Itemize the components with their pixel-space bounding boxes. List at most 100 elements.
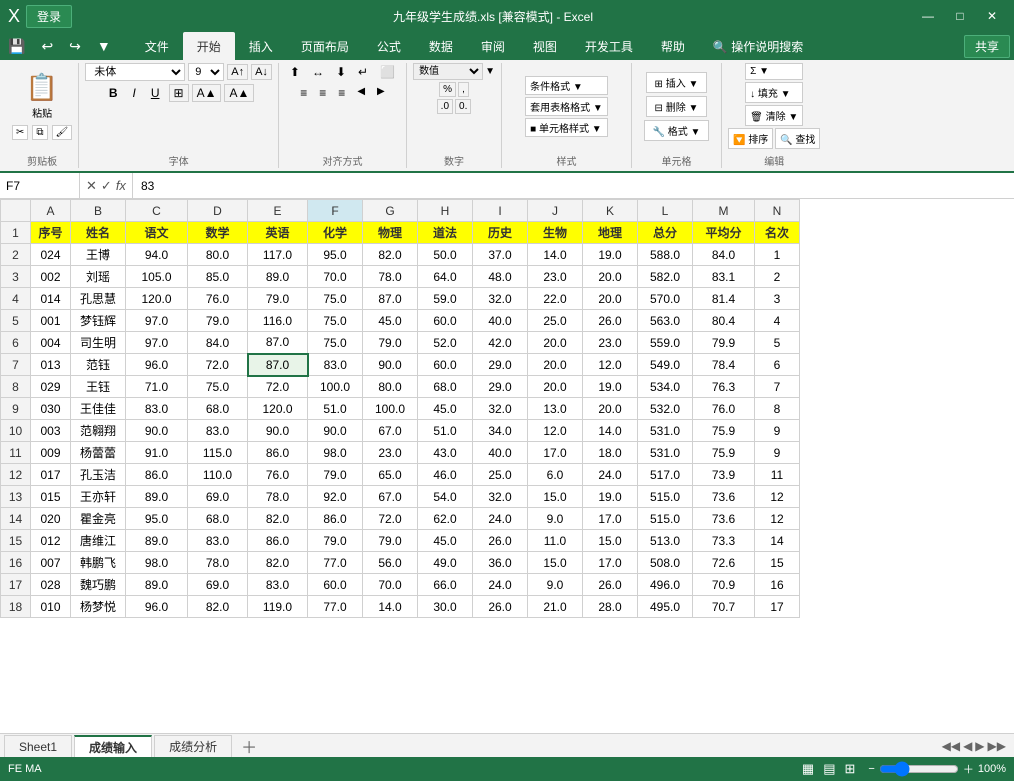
row-num-17[interactable]: 17 xyxy=(1,574,31,596)
cell-J17[interactable]: 9.0 xyxy=(528,574,583,596)
cell-B14[interactable]: 瞿金亮 xyxy=(71,508,126,530)
row-num-12[interactable]: 12 xyxy=(1,464,31,486)
cell-d1[interactable]: 数学 xyxy=(188,222,248,244)
cell-H5[interactable]: 60.0 xyxy=(418,310,473,332)
cell-M11[interactable]: 75.9 xyxy=(693,442,755,464)
cell-B7[interactable]: 范钰 xyxy=(71,354,126,376)
tab-developer[interactable]: 开发工具 xyxy=(571,32,647,61)
cell-I15[interactable]: 26.0 xyxy=(473,530,528,552)
cell-B6[interactable]: 司生明 xyxy=(71,332,126,354)
cell-F16[interactable]: 77.0 xyxy=(308,552,363,574)
cell-A9[interactable]: 030 xyxy=(31,398,71,420)
cell-D2[interactable]: 80.0 xyxy=(188,244,248,266)
cell-E4[interactable]: 79.0 xyxy=(248,288,308,310)
cell-J8[interactable]: 20.0 xyxy=(528,376,583,398)
cell-D3[interactable]: 85.0 xyxy=(188,266,248,288)
cell-N18[interactable]: 17 xyxy=(755,596,800,618)
col-header-g[interactable]: G xyxy=(363,200,418,222)
cell-G7[interactable]: 90.0 xyxy=(363,354,418,376)
cell-G13[interactable]: 67.0 xyxy=(363,486,418,508)
percent-button[interactable]: % xyxy=(439,82,456,97)
scroll-tabs-right-icon[interactable]: ▶▶ xyxy=(988,739,1006,753)
cell-G18[interactable]: 14.0 xyxy=(363,596,418,618)
cell-L7[interactable]: 549.0 xyxy=(638,354,693,376)
cell-A4[interactable]: 014 xyxy=(31,288,71,310)
cell-M2[interactable]: 84.0 xyxy=(693,244,755,266)
cell-M12[interactable]: 73.9 xyxy=(693,464,755,486)
quick-access-dropdown-icon[interactable]: ▼ xyxy=(93,36,115,56)
fill-button[interactable]: ↓ 填充 ▼ xyxy=(745,82,803,103)
cell-G10[interactable]: 67.0 xyxy=(363,420,418,442)
cell-N14[interactable]: 12 xyxy=(755,508,800,530)
cell-a1[interactable]: 序号 xyxy=(31,222,71,244)
share-button[interactable]: 共享 xyxy=(964,35,1010,58)
tab-formula[interactable]: 公式 xyxy=(363,32,415,61)
cell-H4[interactable]: 59.0 xyxy=(418,288,473,310)
login-button[interactable]: 登录 xyxy=(26,5,72,28)
sheet-table-wrapper[interactable]: A B C D E F G H I J K L M N xyxy=(0,199,1014,733)
cell-D13[interactable]: 69.0 xyxy=(188,486,248,508)
cell-G17[interactable]: 70.0 xyxy=(363,574,418,596)
cell-g1[interactable]: 物理 xyxy=(363,222,418,244)
cell-N11[interactable]: 9 xyxy=(755,442,800,464)
cell-J10[interactable]: 12.0 xyxy=(528,420,583,442)
cell-N13[interactable]: 12 xyxy=(755,486,800,508)
cell-c1[interactable]: 语文 xyxy=(126,222,188,244)
cell-L11[interactable]: 531.0 xyxy=(638,442,693,464)
scroll-tabs-left-icon[interactable]: ◀◀ xyxy=(942,739,960,753)
cell-K7[interactable]: 12.0 xyxy=(583,354,638,376)
cell-C2[interactable]: 94.0 xyxy=(126,244,188,266)
cell-b1[interactable]: 姓名 xyxy=(71,222,126,244)
cell-N10[interactable]: 9 xyxy=(755,420,800,442)
cell-M8[interactable]: 76.3 xyxy=(693,376,755,398)
cell-G9[interactable]: 100.0 xyxy=(363,398,418,420)
cell-G8[interactable]: 80.0 xyxy=(363,376,418,398)
cell-E3[interactable]: 89.0 xyxy=(248,266,308,288)
thousands-button[interactable]: , xyxy=(458,82,469,97)
cell-L10[interactable]: 531.0 xyxy=(638,420,693,442)
formula-content[interactable]: 83 xyxy=(133,179,1014,193)
cell-J4[interactable]: 22.0 xyxy=(528,288,583,310)
cell-C10[interactable]: 90.0 xyxy=(126,420,188,442)
cell-B3[interactable]: 刘瑶 xyxy=(71,266,126,288)
cell-I5[interactable]: 40.0 xyxy=(473,310,528,332)
col-header-l[interactable]: L xyxy=(638,200,693,222)
cell-H17[interactable]: 66.0 xyxy=(418,574,473,596)
cell-H13[interactable]: 54.0 xyxy=(418,486,473,508)
decrease-decimal-button[interactable]: 0. xyxy=(455,99,471,114)
cell-A16[interactable]: 007 xyxy=(31,552,71,574)
cell-M18[interactable]: 70.7 xyxy=(693,596,755,618)
col-header-m[interactable]: M xyxy=(693,200,755,222)
cell-H16[interactable]: 49.0 xyxy=(418,552,473,574)
cell-A5[interactable]: 001 xyxy=(31,310,71,332)
save-quick-icon[interactable]: 💾 xyxy=(4,36,29,57)
indent-increase-button[interactable]: ▶ xyxy=(372,84,390,102)
cell-A6[interactable]: 004 xyxy=(31,332,71,354)
cell-I7[interactable]: 29.0 xyxy=(473,354,528,376)
cell-J18[interactable]: 21.0 xyxy=(528,596,583,618)
zoom-in-icon[interactable]: ＋ xyxy=(963,761,974,777)
bold-button[interactable]: B xyxy=(103,84,124,102)
col-header-h[interactable]: H xyxy=(418,200,473,222)
cell-E14[interactable]: 82.0 xyxy=(248,508,308,530)
cell-C18[interactable]: 96.0 xyxy=(126,596,188,618)
delete-cells-button[interactable]: ⊟ 删除 ▼ xyxy=(646,96,708,117)
cell-E16[interactable]: 82.0 xyxy=(248,552,308,574)
cell-A14[interactable]: 020 xyxy=(31,508,71,530)
cell-F18[interactable]: 77.0 xyxy=(308,596,363,618)
cell-J15[interactable]: 11.0 xyxy=(528,530,583,552)
cell-K3[interactable]: 20.0 xyxy=(583,266,638,288)
cell-N16[interactable]: 15 xyxy=(755,552,800,574)
align-center-button[interactable]: ≡ xyxy=(314,84,331,102)
border-button[interactable]: ⊞ xyxy=(169,84,189,102)
cell-B4[interactable]: 孔思慧 xyxy=(71,288,126,310)
cell-N17[interactable]: 16 xyxy=(755,574,800,596)
cell-I8[interactable]: 29.0 xyxy=(473,376,528,398)
cell-F13[interactable]: 92.0 xyxy=(308,486,363,508)
tab-view[interactable]: 视图 xyxy=(519,32,571,61)
cell-D5[interactable]: 79.0 xyxy=(188,310,248,332)
row-num-2[interactable]: 2 xyxy=(1,244,31,266)
cell-M6[interactable]: 79.9 xyxy=(693,332,755,354)
cell-C15[interactable]: 89.0 xyxy=(126,530,188,552)
tab-layout[interactable]: 页面布局 xyxy=(287,32,363,61)
